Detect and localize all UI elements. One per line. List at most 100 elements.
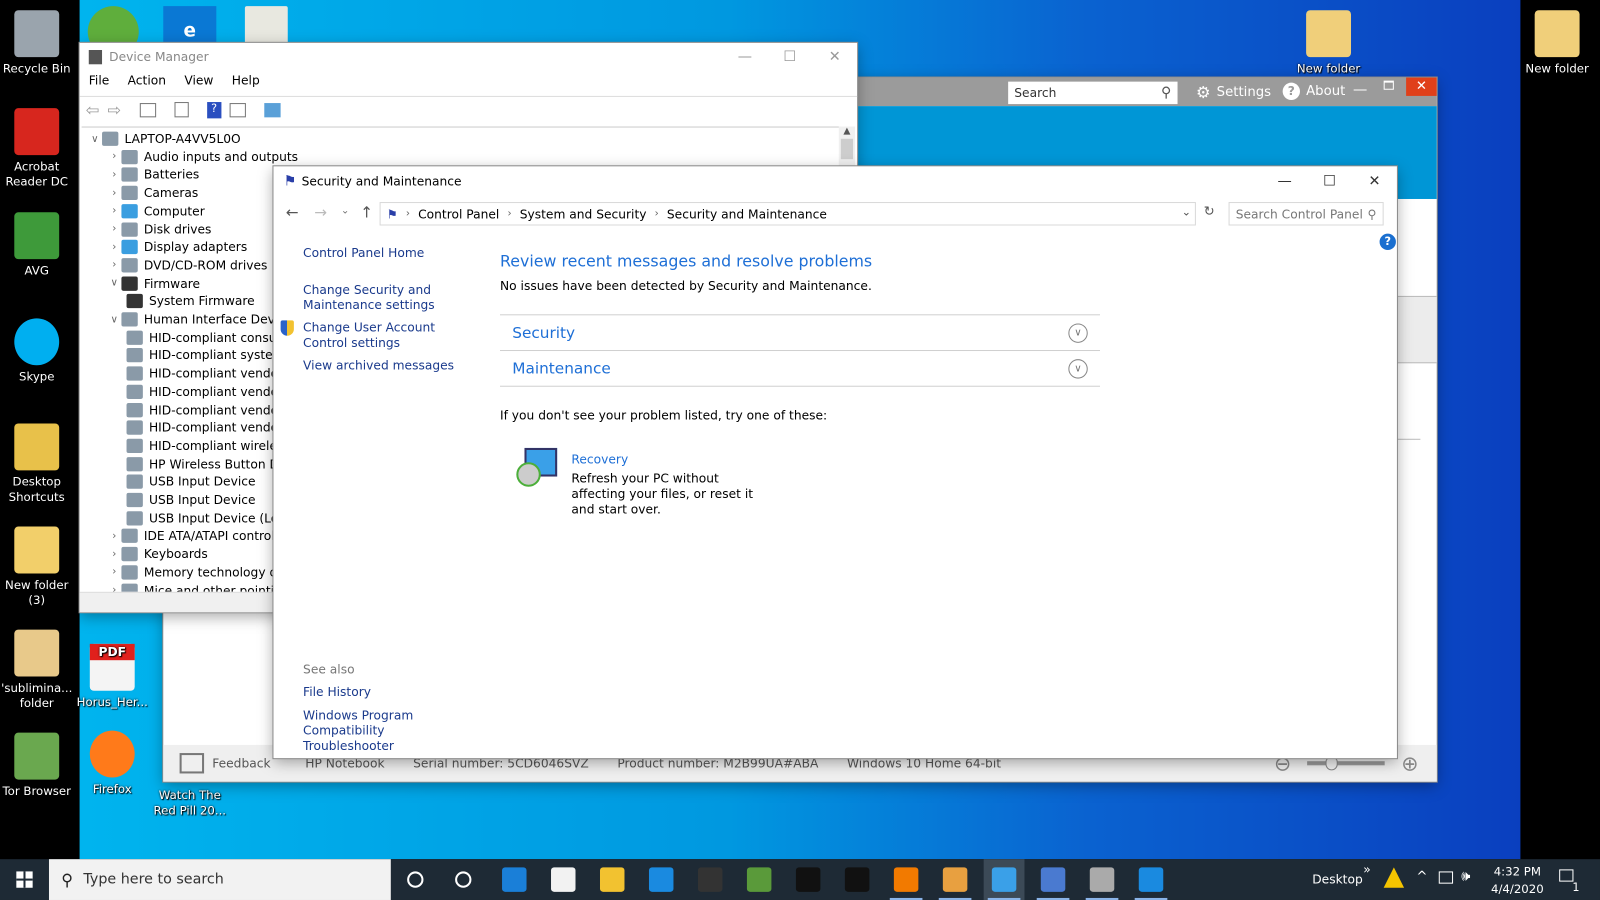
file-history-link[interactable]: File History [303, 685, 371, 699]
taskbar-app-button[interactable] [494, 859, 535, 900]
taskbar-app-button[interactable] [739, 859, 780, 900]
tree-item[interactable]: › IDE ATA/ATAPI controllers [82, 527, 297, 545]
hp-close-button[interactable]: ✕ [1406, 77, 1437, 96]
address-bar[interactable]: ⚑ › Control Panel › System and Security › Sec… [379, 202, 1196, 226]
chevron-right-icon[interactable]: › [107, 530, 121, 541]
desktop-icon[interactable]: New folder [1290, 10, 1368, 76]
maximize-button[interactable]: ☐ [767, 43, 812, 72]
network-icon[interactable] [1438, 871, 1454, 884]
tree-item[interactable]: › Batteries [82, 166, 199, 184]
properties-icon[interactable] [174, 102, 189, 118]
chevron-right-icon[interactable]: › [107, 567, 121, 578]
edge-legacy-icon[interactable]: e [163, 6, 217, 47]
clock[interactable]: 4:32 PM 4/4/2020 [1486, 863, 1549, 898]
breadcrumb-separator-icon[interactable]: › [507, 208, 511, 219]
desktop-icon[interactable]: 'sublimina... folder [0, 629, 76, 712]
chevron-right-icon[interactable]: › [107, 187, 121, 198]
desktop-icon[interactable]: New folder [1518, 10, 1596, 76]
desktop-toolbar-label[interactable]: Desktop [1312, 872, 1363, 886]
taskbar-app-button[interactable] [1033, 859, 1074, 900]
start-button[interactable] [0, 859, 49, 900]
recent-locations-button[interactable]: ⌄ [341, 205, 350, 216]
taskbar-app-button[interactable] [837, 859, 878, 900]
tree-item[interactable]: ∨ Human Interface Devices [82, 310, 299, 328]
chevron-right-icon[interactable]: › [107, 169, 121, 180]
tree-item[interactable]: › Keyboards [82, 545, 208, 563]
desktop-icon[interactable]: PDF Horus_Her... [73, 628, 151, 711]
taskbar-app-button[interactable] [1131, 859, 1172, 900]
chevron-down-icon[interactable]: ∨ [107, 314, 121, 325]
control-panel-home-link[interactable]: Control Panel Home [303, 246, 424, 260]
nav-up-button[interactable]: ↑ [360, 203, 373, 221]
minimize-button[interactable]: — [1262, 167, 1307, 196]
chevron-right-icon[interactable]: › [107, 242, 121, 253]
forward-icon[interactable]: ⇨ [108, 100, 122, 119]
compatibility-troubleshooter-link[interactable]: Windows Program Compatibility Troublesho… [303, 708, 466, 754]
help-button[interactable]: ? [1379, 233, 1396, 250]
taskbar-app-button[interactable] [1082, 859, 1123, 900]
desktop-icon[interactable]: Firefox [73, 730, 151, 797]
tree-item[interactable]: › Audio inputs and outputs [82, 148, 298, 166]
tree-item[interactable]: USB Input Device [82, 491, 255, 509]
breadcrumb-separator-icon[interactable]: › [655, 208, 659, 219]
section-maintenance[interactable]: Maintenance ∨ [499, 349, 1100, 387]
chevron-right-icon[interactable]: › [107, 549, 121, 560]
chevron-down-circle-icon[interactable]: ∨ [1068, 358, 1088, 379]
taskbar-app-button[interactable] [443, 859, 484, 900]
tree-item[interactable]: › Display adapters [82, 238, 247, 256]
desktop-icon[interactable]: Skype [0, 318, 76, 384]
nav-forward-button[interactable]: → [314, 203, 327, 221]
action-center-button[interactable]: 1 [1557, 867, 1580, 894]
show-hide-console-tree-icon[interactable] [139, 102, 156, 117]
breadcrumb-item[interactable]: Control Panel [418, 207, 499, 221]
maximize-button[interactable]: ☐ [1307, 167, 1352, 196]
refresh-button[interactable]: ↻ [1200, 204, 1218, 224]
tree-item[interactable]: › Disk drives [82, 220, 211, 238]
breadcrumb-item[interactable]: System and Security [520, 207, 647, 221]
menu-file[interactable]: File [80, 73, 119, 93]
chevron-down-circle-icon[interactable]: ∨ [1068, 322, 1088, 343]
back-icon[interactable]: ⇦ [86, 100, 100, 119]
scan-hardware-icon[interactable] [264, 102, 281, 117]
view-archived-messages-link[interactable]: View archived messages [303, 358, 454, 372]
chevron-right-icon[interactable]: › [107, 260, 121, 271]
taskbar-app-button[interactable] [543, 859, 584, 900]
zoom-in-icon[interactable]: ⊕ [1401, 751, 1418, 775]
zoom-slider-thumb[interactable] [1325, 756, 1338, 771]
taskbar-app-button[interactable] [592, 859, 633, 900]
taskbar-app-button[interactable] [395, 859, 436, 900]
chevron-right-icon[interactable]: › [107, 223, 121, 234]
desktop-icon[interactable]: New folder (3) [0, 526, 76, 609]
help-icon[interactable]: ? [206, 101, 222, 118]
taskbar-app-button[interactable] [983, 859, 1025, 900]
toolbar-overflow-icon[interactable]: » [1363, 862, 1370, 876]
tree-item[interactable]: › Computer [82, 202, 205, 220]
menu-action[interactable]: Action [118, 73, 175, 93]
taskbar-app-button[interactable] [641, 859, 682, 900]
taskbar-search-box[interactable]: ⚲ Type here to search [48, 859, 391, 900]
desktop-icon[interactable]: Desktop Shortcuts [0, 423, 76, 505]
menu-help[interactable]: Help [223, 73, 269, 93]
taskbar-app-button[interactable] [935, 859, 976, 900]
search-control-panel-input[interactable]: Search Control Panel ⚲ [1228, 202, 1384, 226]
scroll-thumb[interactable] [840, 138, 854, 160]
desktop-icon[interactable]: Tor Browser [0, 732, 76, 799]
desktop-icon[interactable]: AVG [0, 212, 76, 278]
nav-back-button[interactable]: ← [286, 203, 299, 221]
recovery-link[interactable]: Recovery [571, 452, 628, 466]
taskbar-app-button[interactable] [690, 859, 731, 900]
hp-search-input[interactable]: Search ⚲ [1008, 81, 1178, 105]
close-button[interactable]: ✕ [812, 43, 857, 72]
taskbar-app-button[interactable] [788, 859, 829, 900]
menu-view[interactable]: View [175, 73, 222, 93]
chevron-right-icon[interactable]: › [107, 205, 121, 216]
hp-minimize-button[interactable]: — [1353, 82, 1367, 98]
document-file-icon[interactable] [244, 6, 288, 47]
taskbar-app-button[interactable] [886, 859, 927, 900]
desktop-icon[interactable]: Recycle Bin [0, 10, 76, 76]
hp-about-button[interactable]: ? About [1282, 82, 1345, 100]
feedback-button[interactable]: Feedback [179, 753, 271, 774]
change-uac-settings-link[interactable]: Change User Account Control settings [303, 320, 476, 351]
tree-item[interactable]: System Firmware [82, 292, 255, 310]
tree-item[interactable]: › Cameras [82, 184, 198, 202]
